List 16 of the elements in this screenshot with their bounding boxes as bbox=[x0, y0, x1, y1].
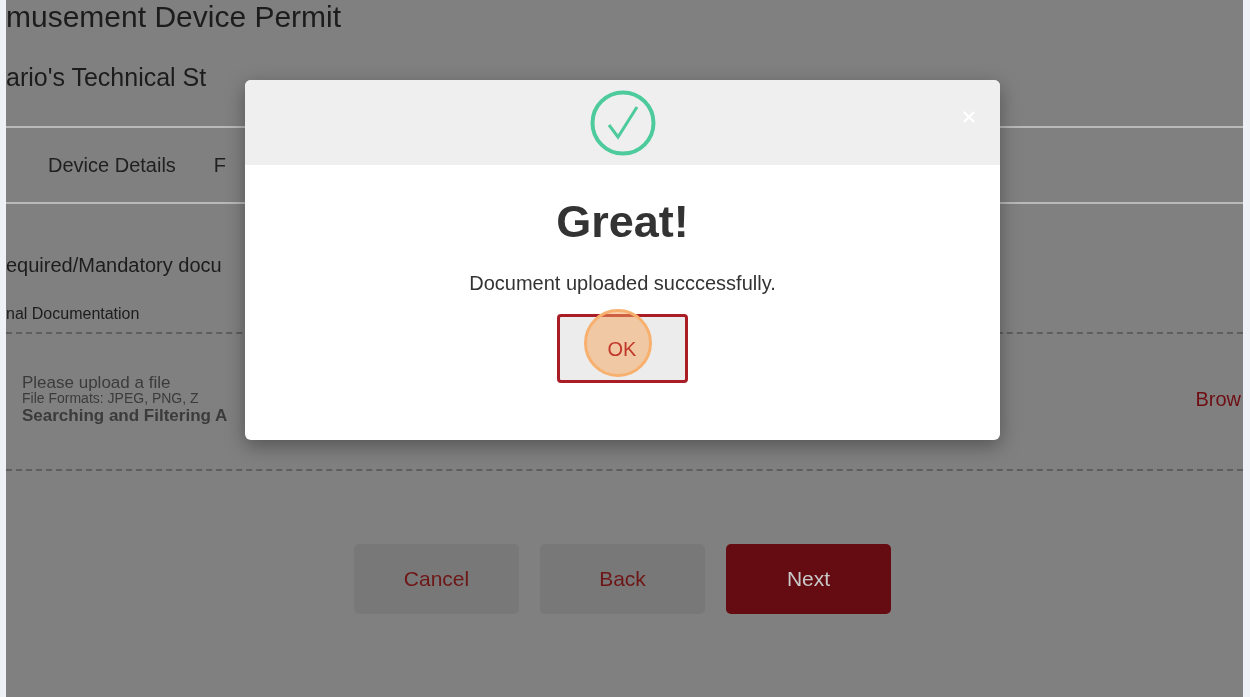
action-button[interactable]: Back bbox=[540, 543, 705, 614]
dialog-message: Document uploaded succcessfully. bbox=[468, 271, 777, 296]
section-heading: equired/Mandatory docu bbox=[6, 252, 223, 278]
action-button[interactable]: Next bbox=[726, 543, 891, 614]
subsection-heading: nal Documentation bbox=[6, 303, 141, 324]
page-title: musement Device Permit bbox=[6, 0, 343, 34]
tab[interactable]: Device Details bbox=[48, 149, 176, 180]
dialog-title: Great! bbox=[555, 197, 690, 247]
browse-link[interactable]: Brow bbox=[1195, 384, 1241, 414]
action-button[interactable]: Cancel bbox=[354, 543, 519, 614]
file-formats: File Formats: JPEG, PNG, Z bbox=[22, 390, 200, 406]
tab[interactable]: F bbox=[213, 149, 227, 180]
upload-prompt: Please upload a file bbox=[22, 373, 172, 391]
file-name: Searching and Filtering A bbox=[22, 405, 229, 425]
page-subtitle: ario's Technical St bbox=[6, 62, 208, 93]
check-circle-icon bbox=[589, 89, 656, 156]
